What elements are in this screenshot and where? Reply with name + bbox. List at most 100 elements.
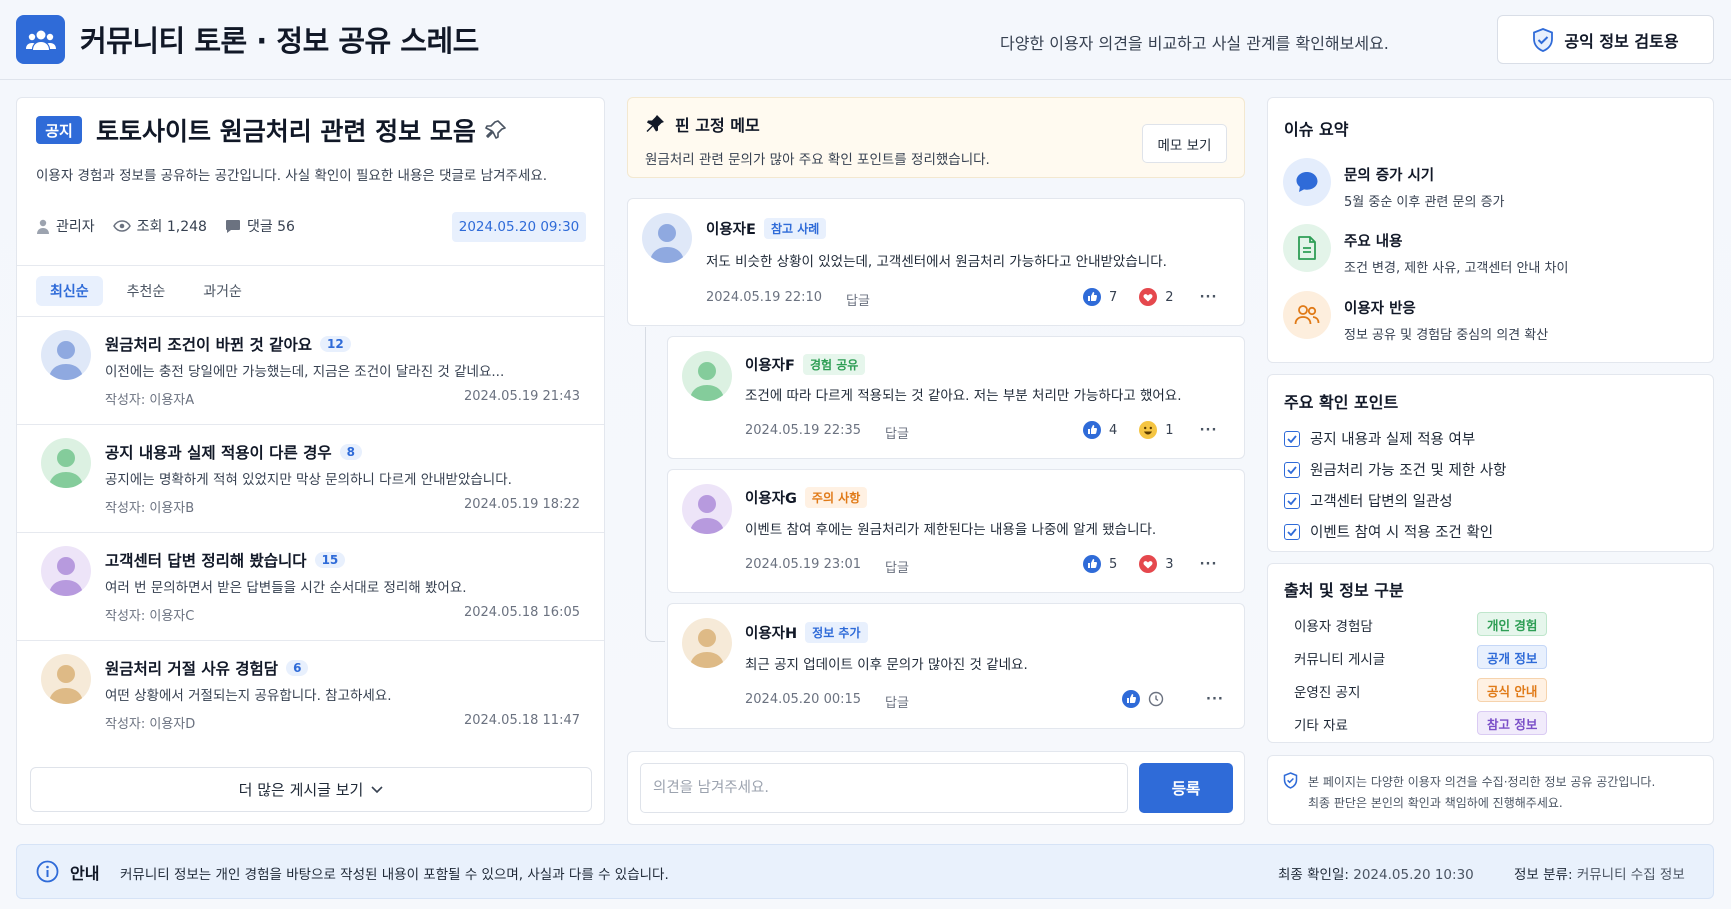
more-posts-button[interactable]: 더 많은 게시글 보기 — [30, 767, 592, 812]
source-label: 이용자 경험담 — [1294, 619, 1373, 635]
user-icon — [37, 219, 49, 234]
more-options-icon[interactable]: ··· — [1200, 557, 1218, 572]
sources-heading: 출처 및 정보 구분 — [1284, 581, 1404, 600]
add-reaction-icon[interactable] — [1148, 691, 1164, 707]
pin-icon[interactable] — [484, 118, 508, 142]
sort-tabs: 최신순 추천순 과거순 — [36, 276, 256, 306]
comment-tag: 주의 사항 — [804, 487, 868, 508]
post-description: 이용자 경험과 정보를 공유하는 공간입니다. 사실 확인이 필요한 내용은 댓… — [36, 168, 548, 184]
comment-footer: 2024.05.20 00:15 답글 — [745, 692, 909, 711]
comment-count-badge: 6 — [286, 660, 309, 676]
thumbs-up-icon[interactable] — [1083, 288, 1101, 306]
post-item-excerpt: 공지에는 명확하게 적혀 있었지만 막상 문의하니 다르게 안내받았습니다. — [105, 472, 512, 488]
checkbox-icon — [1284, 523, 1300, 540]
post-item-date: 2024.05.18 16:05 — [463, 605, 580, 620]
check-label: 원금처리 가능 조건 및 제한 사항 — [1310, 463, 1507, 479]
reply-link[interactable]: 답글 — [846, 290, 870, 309]
comment-date: 2024.05.20 00:15 — [745, 692, 862, 707]
info-icon — [36, 860, 59, 883]
reply-link[interactable]: 답글 — [885, 423, 909, 442]
list-item[interactable]: 원금처리 거절 사유 경험담 6 여떤 상황에서 거절되는지 공유합니다. 참고하… — [17, 641, 604, 749]
list-item[interactable]: 원금처리 조건이 바뀐 것 같아요 12 이전에는 충전 당일에만 가능했는데, … — [17, 317, 604, 425]
footer-text: 커뮤니티 정보는 개인 경험을 바탕으로 작성된 내용이 포함될 수 있으며, … — [120, 867, 669, 883]
post-item-author: 작성자: 이용자C — [105, 609, 195, 624]
post-date: 2024.05.20 09:30 — [452, 212, 586, 242]
thread-line — [645, 327, 665, 642]
author-name: 관리자 — [56, 219, 95, 235]
post-item-excerpt: 이전에는 충전 당일에만 가능했는데, 지금은 조건이 달라진 것 같네요... — [105, 364, 505, 380]
reaction-count: 1 — [1165, 422, 1174, 438]
comment-footer: 2024.05.19 22:35 답글 — [745, 423, 909, 442]
post-item-title: 고객센터 답변 정리해 봤습니다 15 — [105, 549, 346, 571]
reply-link[interactable]: 답글 — [885, 557, 909, 576]
post-item-title-text: 원금처리 조건이 바뀐 것 같아요 — [105, 336, 312, 354]
comment-text: 최근 공지 업데이트 이후 문의가 많아진 것 같네요. — [745, 657, 1028, 673]
info-category-value: 커뮤니티 수집 정보 — [1576, 867, 1685, 883]
comment-author: 이용자E 참고 사례 — [706, 218, 827, 239]
summary-item-title: 이용자 반응 — [1344, 301, 1416, 317]
checkbox-icon — [1284, 461, 1300, 478]
comment-count-badge: 12 — [319, 336, 351, 352]
submit-button[interactable]: 등록 — [1139, 763, 1233, 813]
comment-count-badge: 8 — [339, 444, 362, 460]
like-count: 4 — [1109, 422, 1118, 438]
pinned-description: 원금처리 관련 문의가 많아 주요 확인 포인트를 정리했습니다. — [645, 152, 990, 168]
check-label: 고객센터 답변의 일관성 — [1310, 494, 1453, 510]
tab-oldest[interactable]: 과거순 — [189, 276, 256, 306]
list-item[interactable]: 고객센터 답변 정리해 봤습니다 15 여러 번 문의하면서 받은 답변들을 시간… — [17, 533, 604, 641]
comment-tag: 정보 추가 — [805, 622, 868, 643]
source-tag: 공개 정보 — [1477, 645, 1548, 669]
comment-icon — [225, 219, 240, 233]
comment-author-name: 이용자E — [706, 222, 756, 238]
more-options-icon[interactable]: ··· — [1200, 423, 1218, 438]
like-count: 5 — [1109, 556, 1118, 572]
view-memo-button[interactable]: 메모 보기 — [1142, 124, 1227, 163]
heart-icon[interactable] — [1139, 555, 1158, 573]
avatar — [41, 438, 91, 488]
source-label: 기타 자료 — [1294, 718, 1348, 734]
views-count: 조회 1,248 — [136, 219, 207, 235]
reaction-count: 2 — [1165, 289, 1174, 305]
reactions: 7 2 ··· — [1083, 288, 1217, 306]
review-button[interactable]: 공익 정보 검토용 — [1497, 15, 1714, 64]
avatar — [682, 484, 732, 534]
more-options-icon[interactable]: ··· — [1206, 692, 1224, 707]
footer-label: 안내 — [70, 864, 100, 883]
list-item[interactable]: 공지 내용과 실제 적용이 다른 경우 8 공지에는 명확하게 적혀 있었지만 막… — [17, 425, 604, 533]
comment-author: 이용자F 경험 공유 — [745, 354, 866, 375]
check-item: 원금처리 가능 조건 및 제한 사항 — [1284, 459, 1506, 480]
summary-heading: 이슈 요약 — [1284, 120, 1349, 139]
thumbs-up-icon[interactable] — [1083, 421, 1101, 439]
summary-item-title: 주요 내용 — [1344, 234, 1403, 250]
reaction-count: 3 — [1165, 556, 1174, 572]
tab-latest[interactable]: 최신순 — [36, 276, 103, 306]
thumbs-up-icon[interactable] — [1122, 690, 1140, 708]
reply-link[interactable]: 답글 — [885, 692, 909, 711]
reactions: ··· — [1122, 690, 1224, 708]
views-meta: 조회 1,248 — [112, 216, 207, 236]
disclaimer-line: 본 페이지는 다양한 이용자 의견을 수집·정리한 정보 공유 공간입니다. — [1308, 775, 1656, 789]
shield-check-icon — [1533, 27, 1554, 52]
comment-text: 저도 비슷한 상황이 있었는데, 고객센터에서 원금처리 가능하다고 안내받았습… — [706, 254, 1167, 270]
document-icon — [1283, 224, 1331, 272]
comment-tag: 참고 사례 — [763, 218, 827, 239]
users-icon — [1283, 291, 1331, 339]
source-tag: 개인 경험 — [1477, 612, 1548, 636]
smile-icon[interactable] — [1139, 421, 1158, 439]
summary-item-desc: 5월 중순 이후 관련 문의 증가 — [1344, 195, 1505, 210]
disclaimer-line: 최종 판단은 본인의 확인과 책임하에 진행해주세요. — [1308, 796, 1563, 810]
comment-author: 이용자G 주의 사항 — [745, 487, 868, 508]
post-item-title-text: 공지 내용과 실제 적용이 다른 경우 — [105, 444, 332, 462]
like-count: 7 — [1109, 289, 1118, 305]
heart-icon[interactable] — [1139, 288, 1158, 306]
more-options-icon[interactable]: ··· — [1200, 290, 1218, 305]
comment-input[interactable] — [640, 763, 1128, 813]
post-title-text: 토토사이트 원금처리 관련 정보 모음 — [96, 117, 476, 146]
summary-item-desc: 정보 공유 및 경험담 중심의 의견 확산 — [1344, 328, 1549, 343]
post-item-title: 원금처리 거절 사유 경험담 6 — [105, 657, 309, 679]
summary-item-desc: 조건 변경, 제한 사유, 고객센터 안내 차이 — [1344, 261, 1569, 276]
tab-recommended[interactable]: 추천순 — [113, 276, 180, 306]
comments-count: 댓글 56 — [246, 219, 295, 235]
info-category-label: 정보 분류: — [1514, 867, 1573, 883]
thumbs-up-icon[interactable] — [1083, 555, 1101, 573]
